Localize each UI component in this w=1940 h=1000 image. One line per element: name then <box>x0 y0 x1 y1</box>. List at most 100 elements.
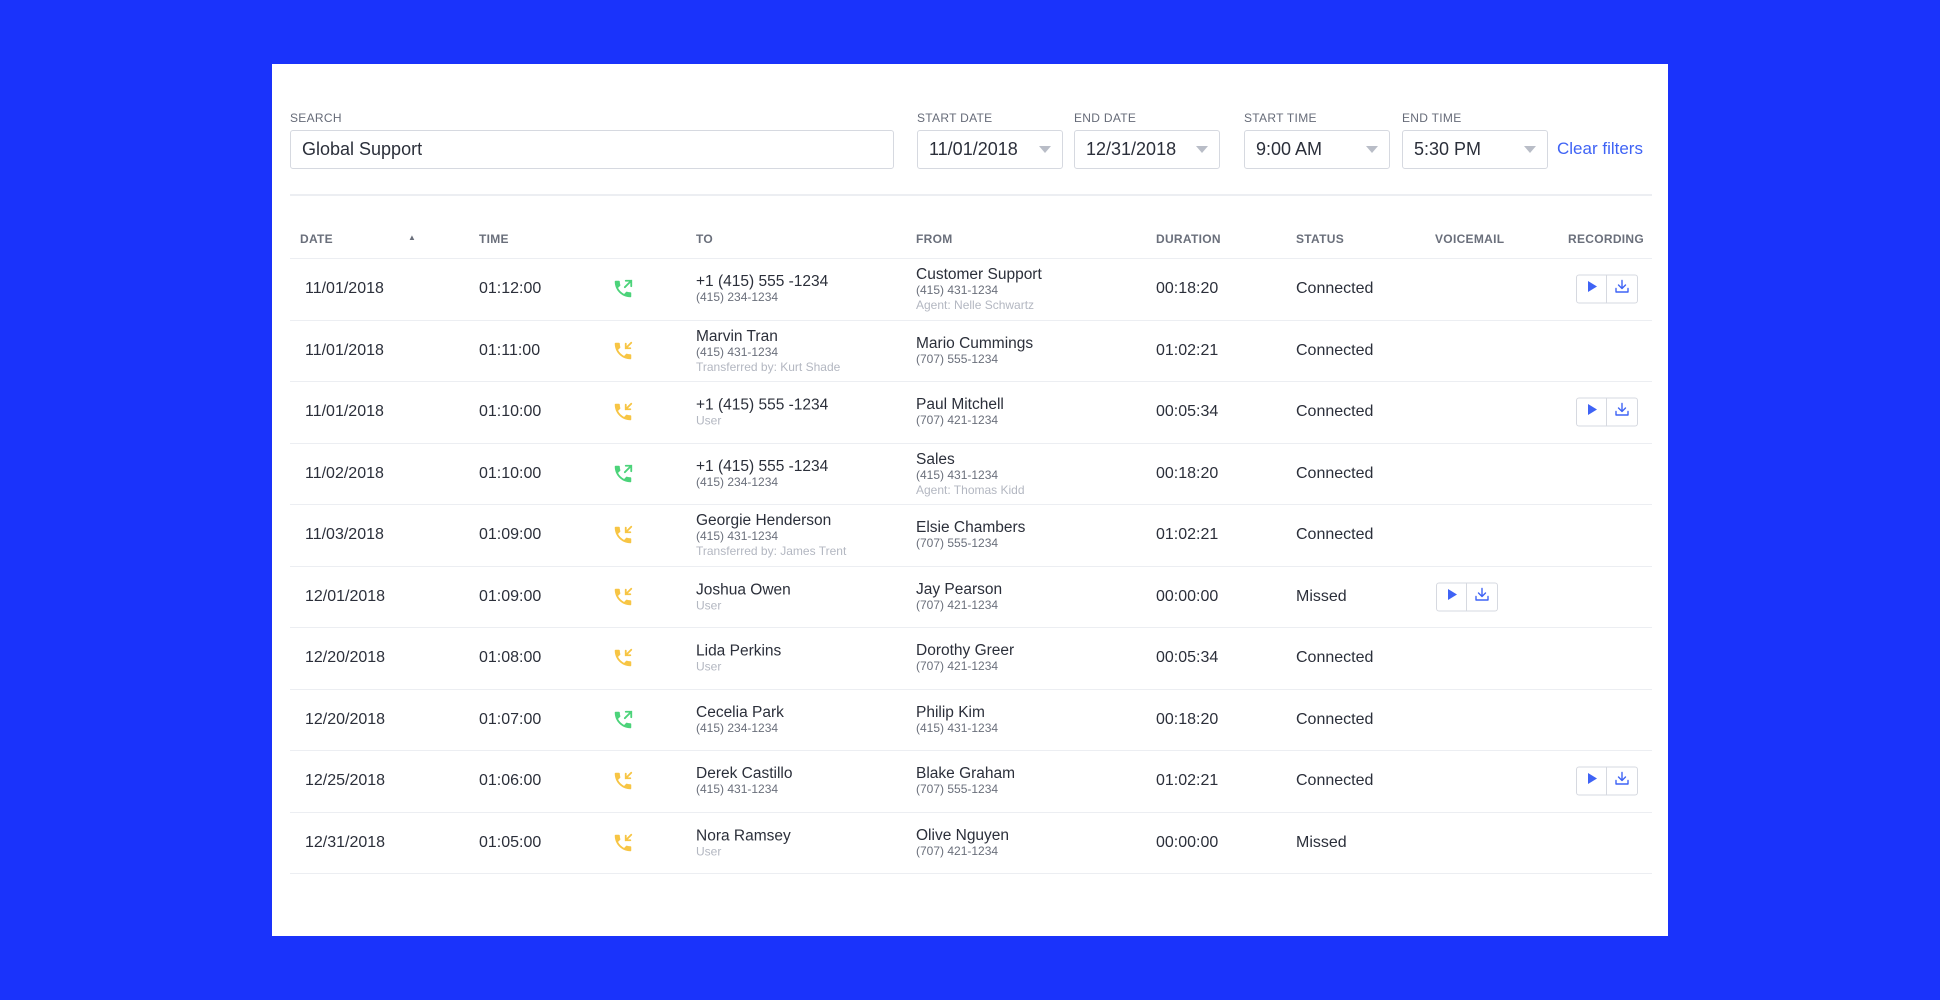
table-row[interactable]: 12/01/2018 01:09:00 Joshua Owen User Jay Pea… <box>290 565 1652 627</box>
from-name: Sales <box>916 450 955 468</box>
end-date-label: END DATE <box>1074 111 1137 125</box>
clear-filters-link[interactable]: Clear filters <box>1557 139 1643 159</box>
table-row[interactable]: 12/20/2018 01:07:00 Cecelia Park (415) 234-… <box>290 688 1652 750</box>
call-to: Lida Perkins User <box>696 643 781 674</box>
call-to: +1 (415) 555 -1234 (415) 234-1234 <box>696 458 828 490</box>
call-time: 01:07:00 <box>479 710 542 728</box>
search-input[interactable] <box>302 132 864 167</box>
call-to: Joshua Owen User <box>696 581 791 612</box>
call-date: 11/01/2018 <box>305 280 384 297</box>
call-status: Connected <box>1296 526 1374 543</box>
call-date: 11/01/2018 <box>305 341 384 359</box>
to-name: +1 (415) 555 -1234 <box>696 396 829 414</box>
chevron-down-icon <box>1366 146 1378 153</box>
call-from: Philip Kim (415) 431-1234 <box>916 704 998 736</box>
call-from: Jay Pearson (707) 421-1234 <box>916 581 1002 613</box>
end-time-label: END TIME <box>1402 111 1462 125</box>
call-from: Customer Support (415) 431-1234 Agent: Nel… <box>916 266 1042 312</box>
call-time: 01:11:00 <box>479 341 541 359</box>
table-row[interactable]: 11/01/2018 01:12:00 +1 (415) 555 -1234 (415… <box>290 258 1652 319</box>
from-note: Agent: Thomas Kidd <box>916 482 1025 497</box>
start-date-select[interactable]: 11/01/2018 <box>917 130 1063 169</box>
call-duration: 00:18:20 <box>1156 280 1219 297</box>
voicemail-controls <box>1436 582 1498 611</box>
download-icon <box>1474 586 1490 607</box>
column-header-recording[interactable]: RECORDING <box>1568 232 1644 246</box>
table-row[interactable]: 12/20/2018 01:08:00 Lida Perkins User Doroth… <box>290 627 1652 688</box>
from-number: (707) 421-1234 <box>916 843 999 858</box>
call-duration: 01:02:21 <box>1156 526 1219 543</box>
call-from: Mario Cummings (707) 555-1234 <box>916 335 1033 367</box>
call-duration: 00:00:00 <box>1156 587 1219 605</box>
table-row[interactable]: 12/25/2018 01:06:00 Derek Castillo (415) 43… <box>290 750 1652 811</box>
chevron-down-icon <box>1196 146 1208 153</box>
table-row[interactable]: 11/02/2018 01:10:00 +1 (415) 555 -1234 (415… <box>290 442 1652 504</box>
column-header-status[interactable]: STATUS <box>1296 232 1344 246</box>
column-header-time[interactable]: TIME <box>479 232 509 246</box>
to-number: (415) 234-1234 <box>696 474 779 489</box>
column-header-to[interactable]: TO <box>696 232 713 246</box>
to-note: User <box>696 659 722 674</box>
column-header-duration[interactable]: DURATION <box>1156 232 1221 246</box>
incoming-call-icon <box>612 340 634 362</box>
column-header-from[interactable]: FROM <box>916 232 953 246</box>
call-duration: 00:05:34 <box>1156 403 1219 420</box>
end-time-select[interactable]: 5:30 PM <box>1402 130 1548 169</box>
outgoing-call-icon <box>612 278 634 300</box>
download-recording-button[interactable] <box>1607 397 1638 427</box>
sort-ascending-icon[interactable]: ▲ <box>408 233 416 242</box>
incoming-call-icon <box>612 832 634 854</box>
call-to: +1 (415) 555 -1234 User <box>696 397 828 428</box>
play-voicemail-button[interactable] <box>1436 582 1467 611</box>
play-recording-button[interactable] <box>1576 397 1607 427</box>
play-icon <box>1445 587 1459 606</box>
call-from: Dorothy Greer (707) 421-1234 <box>916 642 1014 674</box>
from-name: Elsie Chambers <box>916 519 1026 536</box>
call-duration: 00:18:20 <box>1156 464 1219 482</box>
recording-controls <box>1576 274 1638 304</box>
from-name: Dorothy Greer <box>916 642 1015 659</box>
download-icon <box>1614 771 1630 792</box>
to-number: (415) 234-1234 <box>696 290 779 304</box>
call-from: Sales (415) 431-1234 Agent: Thomas Kidd <box>916 451 1025 497</box>
end-date-select[interactable]: 12/31/2018 <box>1074 130 1220 169</box>
play-recording-button[interactable] <box>1576 274 1607 304</box>
to-name: +1 (415) 555 -1234 <box>696 273 829 290</box>
from-number: (415) 431-1234 <box>916 283 999 297</box>
from-name: Customer Support <box>916 266 1042 283</box>
play-recording-button[interactable] <box>1576 766 1607 796</box>
play-icon <box>1585 403 1599 422</box>
call-duration: 00:18:20 <box>1156 710 1219 728</box>
start-time-label: START TIME <box>1244 111 1317 125</box>
call-duration: 01:02:21 <box>1156 772 1219 789</box>
to-name: Cecelia Park <box>696 703 784 721</box>
search-label: SEARCH <box>290 111 342 125</box>
table-row[interactable]: 12/31/2018 01:05:00 Nora Ramsey User Olive N… <box>290 811 1652 874</box>
to-name: Lida Perkins <box>696 642 782 660</box>
to-number: (415) 234-1234 <box>696 720 779 735</box>
call-date: 12/20/2018 <box>305 710 386 728</box>
search-field[interactable] <box>290 130 894 169</box>
incoming-call-icon <box>612 770 634 792</box>
start-time-select[interactable]: 9:00 AM <box>1244 130 1390 169</box>
table-row[interactable]: 11/01/2018 01:11:00 Marvin Tran (415) 431-1… <box>290 319 1652 381</box>
from-number: (707) 421-1234 <box>916 597 999 612</box>
table-row[interactable]: 11/03/2018 01:09:00 Georgie Henderson (415)… <box>290 504 1652 565</box>
call-duration: 01:02:21 <box>1156 341 1219 359</box>
call-time: 01:08:00 <box>479 649 542 666</box>
call-to: Cecelia Park (415) 234-1234 <box>696 704 784 736</box>
chevron-down-icon <box>1039 146 1051 153</box>
to-number: (415) 431-1234 <box>696 344 779 359</box>
play-icon <box>1585 772 1599 791</box>
call-to: Nora Ramsey User <box>696 827 791 858</box>
download-recording-button[interactable] <box>1607 274 1638 304</box>
table-row[interactable]: 11/01/2018 01:10:00 +1 (415) 555 -1234 User… <box>290 381 1652 442</box>
download-recording-button[interactable] <box>1607 766 1638 796</box>
column-header-voicemail[interactable]: VOICEMAIL <box>1435 232 1504 246</box>
download-voicemail-button[interactable] <box>1467 582 1498 611</box>
call-status: Connected <box>1296 280 1374 297</box>
to-name: Georgie Henderson <box>696 512 832 529</box>
call-status: Connected <box>1296 772 1374 789</box>
from-number: (707) 555-1234 <box>916 536 999 550</box>
column-header-date[interactable]: DATE <box>300 232 333 246</box>
